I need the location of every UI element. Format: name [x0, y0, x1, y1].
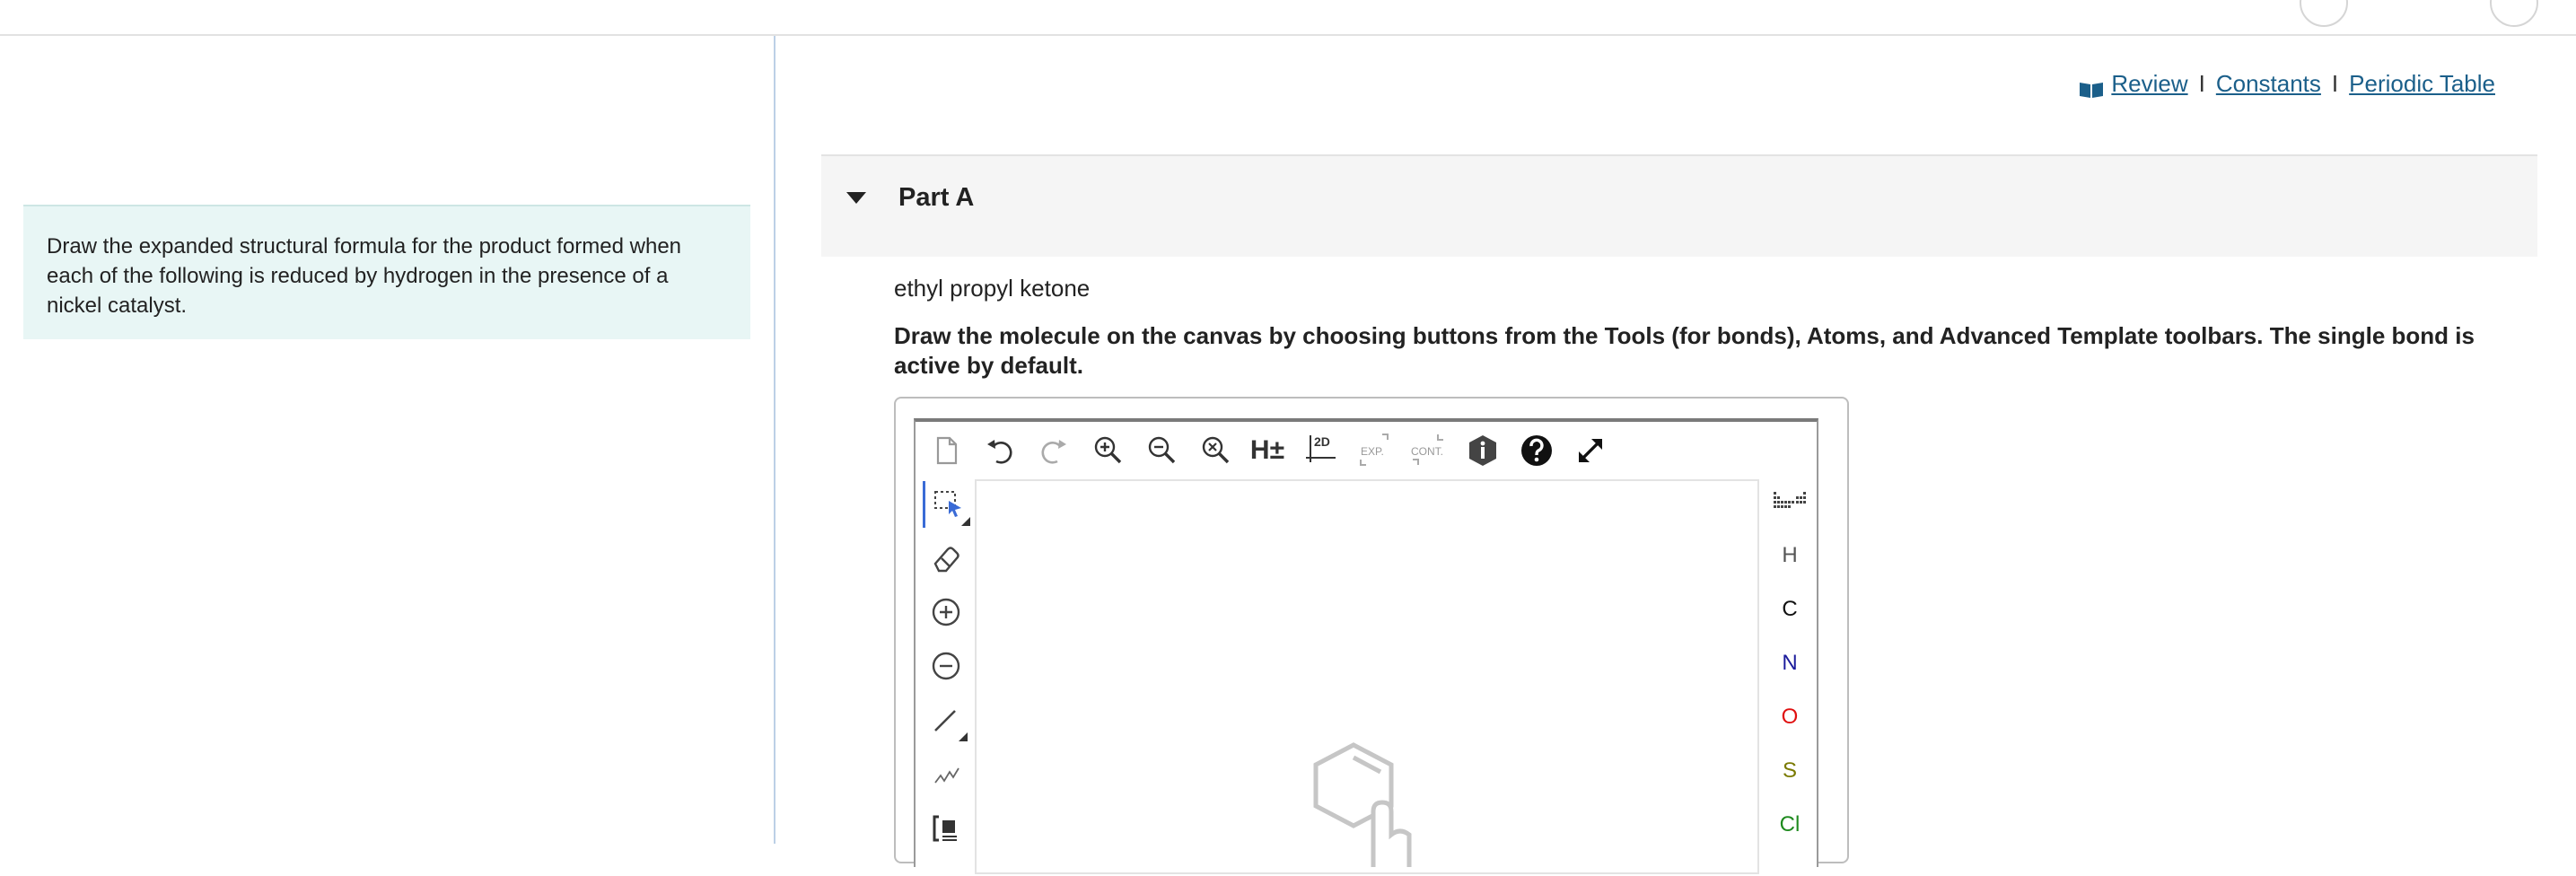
- fullscreen-icon[interactable]: [1573, 433, 1608, 469]
- help-icon[interactable]: [1519, 433, 1555, 469]
- problem-instruction: Draw the expanded structural formula for…: [23, 205, 750, 339]
- atom-button-h[interactable]: H: [1763, 533, 1817, 578]
- info-icon[interactable]: [1465, 433, 1501, 469]
- book-icon: [2079, 77, 2104, 98]
- link-separator: I: [2331, 70, 2339, 97]
- canvas-placeholder-icon: [1309, 741, 1425, 876]
- undo-icon[interactable]: [982, 433, 1018, 469]
- left-pane: [0, 36, 775, 844]
- link-separator: I: [2198, 70, 2205, 97]
- chain-tool-icon[interactable]: [923, 750, 969, 797]
- periodic-table-grid-icon[interactable]: [1772, 490, 1808, 510]
- clean-2d-label: 2D: [1314, 434, 1330, 449]
- question-text: ethyl propyl ketone: [894, 275, 1091, 302]
- redo-icon[interactable]: [1036, 433, 1072, 469]
- expand-label: EXP.: [1361, 445, 1384, 458]
- zoom-reset-icon[interactable]: [1197, 433, 1233, 469]
- single-bond-icon[interactable]: [923, 696, 969, 743]
- resource-links: Review I Constants I Periodic Table: [2079, 70, 2495, 98]
- expand-button[interactable]: EXP.: [1357, 433, 1393, 469]
- zoom-in-icon[interactable]: [1090, 433, 1126, 469]
- new-document-icon[interactable]: [928, 433, 964, 469]
- atom-button-cl[interactable]: Cl: [1763, 802, 1817, 847]
- tools-toolbar: [919, 479, 973, 874]
- constants-link[interactable]: Constants: [2216, 70, 2321, 98]
- atoms-toolbar: H C N O S Cl: [1763, 479, 1817, 874]
- atom-button-o[interactable]: O: [1763, 695, 1817, 740]
- charge-minus-icon[interactable]: [923, 643, 969, 689]
- top-bar: [0, 0, 2576, 36]
- atom-button-n[interactable]: N: [1763, 641, 1817, 686]
- top-nav-circle-button-2[interactable]: [2490, 0, 2538, 27]
- part-title: Part A: [898, 183, 975, 212]
- top-nav-circle-button[interactable]: [2300, 0, 2348, 27]
- contract-label: CONT.: [1411, 445, 1443, 458]
- atom-button-s[interactable]: S: [1763, 749, 1817, 793]
- periodic-table-link[interactable]: Periodic Table: [2349, 70, 2495, 98]
- charge-plus-icon[interactable]: [923, 589, 969, 635]
- zoom-out-icon[interactable]: [1143, 433, 1179, 469]
- bracket-tool-icon[interactable]: [923, 804, 969, 851]
- collapse-caret-icon[interactable]: [846, 192, 866, 204]
- hydrogen-toggle-button[interactable]: H±: [1249, 433, 1285, 469]
- drawing-canvas[interactable]: [975, 479, 1759, 874]
- drawing-instructions: Draw the molecule on the canvas by choos…: [894, 322, 2475, 379]
- selection-tool-icon[interactable]: [923, 481, 972, 528]
- clean-2d-button[interactable]: 2D: [1303, 433, 1339, 469]
- atom-button-c[interactable]: C: [1763, 587, 1817, 632]
- review-link[interactable]: Review: [2111, 70, 2187, 98]
- eraser-icon[interactable]: [923, 535, 969, 582]
- contract-button[interactable]: CONT.: [1411, 433, 1447, 469]
- part-header[interactable]: Part A: [821, 154, 2537, 257]
- molecule-editor: H± 2D EXP. CONT. H C N O S Cl: [914, 418, 1818, 874]
